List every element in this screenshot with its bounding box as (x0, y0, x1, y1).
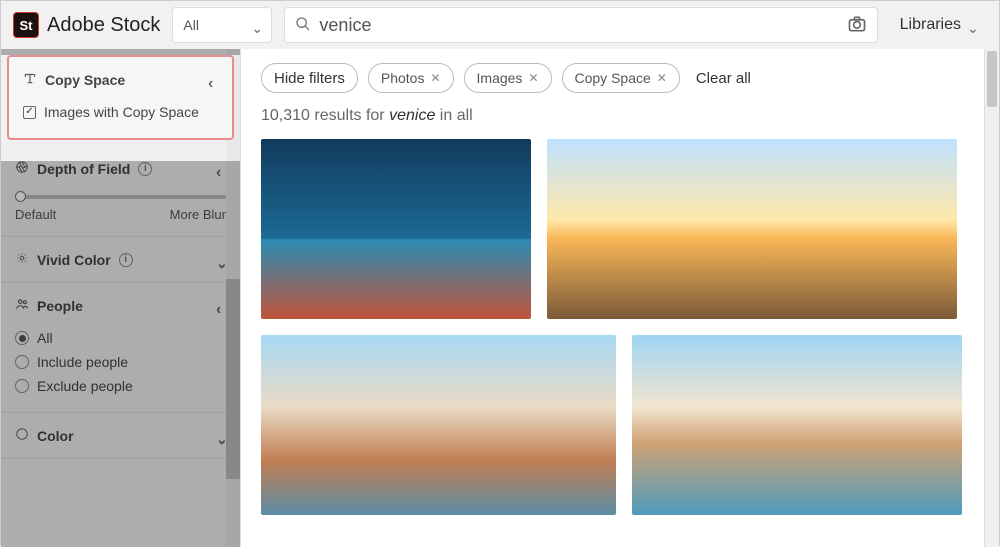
depth-title: Depth of Field (37, 161, 130, 177)
result-thumbnail[interactable] (632, 335, 962, 515)
filter-chip-label: Copy Space (575, 70, 651, 86)
depth-slider[interactable] (15, 195, 226, 199)
category-select-label: All (183, 17, 199, 33)
people-title: People (37, 298, 83, 314)
close-icon[interactable]: ✕ (430, 71, 440, 85)
brand-name: Adobe Stock (47, 14, 160, 37)
checkbox-icon (23, 106, 36, 119)
results-count-number: 10,310 (261, 107, 310, 124)
radio-icon (15, 379, 29, 393)
filter-chip-label: Photos (381, 70, 425, 86)
result-thumbnail[interactable] (261, 139, 531, 319)
filter-chip-images[interactable]: Images ✕ (464, 63, 552, 93)
filter-section-color: Color (1, 413, 240, 459)
brand: St Adobe Stock (13, 12, 160, 38)
chevron-down-icon (967, 20, 977, 30)
people-option-exclude[interactable]: Exclude people (15, 374, 226, 398)
people-option-include[interactable]: Include people (15, 350, 226, 374)
results-count-suffix: in all (440, 107, 473, 124)
filter-section-copy-space: Copy Space Images with Copy Space (7, 55, 234, 140)
results-count: 10,310 results for venice in all (261, 107, 979, 125)
close-icon[interactable]: ✕ (657, 71, 667, 85)
filter-chip-label: Images (477, 70, 523, 86)
category-select[interactable]: All (172, 7, 272, 43)
search-input[interactable] (319, 15, 838, 36)
results-pane: Hide filters Photos ✕ Images ✕ Copy Spac… (241, 49, 999, 547)
filter-section-vivid: Vivid Color i (1, 237, 240, 283)
search-bar[interactable] (284, 7, 877, 43)
hide-filters-label: Hide filters (274, 70, 345, 87)
slider-label-default: Default (15, 207, 56, 222)
people-option-label: Exclude people (37, 378, 133, 394)
radio-icon (15, 355, 29, 369)
vivid-title: Vivid Color (37, 252, 111, 268)
radio-icon (15, 331, 29, 345)
people-option-all[interactable]: All (15, 326, 226, 350)
people-option-label: Include people (37, 354, 128, 370)
libraries-label: Libraries (900, 16, 961, 34)
people-icon (15, 297, 29, 314)
chevron-down-icon[interactable] (216, 431, 226, 441)
results-count-prefix: results for (314, 107, 384, 124)
copy-space-checkbox[interactable]: Images with Copy Space (23, 100, 218, 124)
slider-handle[interactable] (15, 191, 26, 202)
vivid-icon (15, 251, 29, 268)
results-grid (261, 139, 979, 515)
close-icon[interactable]: ✕ (528, 71, 538, 85)
filter-chip-row: Hide filters Photos ✕ Images ✕ Copy Spac… (261, 63, 979, 93)
copy-space-title: Copy Space (45, 72, 125, 88)
chevron-down-icon (251, 20, 261, 30)
results-term: venice (389, 107, 435, 124)
color-icon (15, 427, 29, 444)
window-scrollbar[interactable] (984, 49, 999, 547)
people-option-label: All (37, 330, 53, 346)
result-thumbnail[interactable] (261, 335, 616, 515)
info-icon[interactable]: i (138, 162, 152, 176)
hide-filters-chip[interactable]: Hide filters (261, 63, 358, 93)
aperture-icon (15, 160, 29, 177)
chevron-left-icon[interactable] (216, 301, 226, 311)
main-body: Copy Space Images with Copy Space (1, 49, 999, 547)
filters-sidebar: Copy Space Images with Copy Space (1, 49, 241, 547)
slider-label-more-blur: More Blur (170, 207, 226, 222)
copy-space-checkbox-label: Images with Copy Space (44, 104, 199, 120)
camera-icon[interactable] (847, 14, 867, 37)
filter-section-depth: Depth of Field i Default More Blur (1, 146, 240, 237)
scrollbar-thumb[interactable] (987, 51, 997, 107)
brand-logo: St (13, 12, 39, 38)
filter-chip-photos[interactable]: Photos ✕ (368, 63, 454, 93)
libraries-dropdown[interactable]: Libraries (890, 7, 987, 43)
scrollbar-thumb[interactable] (226, 279, 240, 479)
chevron-left-icon[interactable] (208, 75, 218, 85)
result-thumbnail[interactable] (547, 139, 957, 319)
search-icon (295, 16, 311, 35)
color-title: Color (37, 428, 74, 444)
chevron-left-icon[interactable] (216, 164, 226, 174)
text-icon (23, 71, 37, 88)
filter-section-people: People All Include people Exclude people (1, 283, 240, 413)
clear-all-link[interactable]: Clear all (696, 70, 751, 87)
info-icon[interactable]: i (119, 253, 133, 267)
top-header: St Adobe Stock All Libraries (1, 1, 999, 49)
filter-chip-copy-space[interactable]: Copy Space ✕ (562, 63, 680, 93)
people-options: All Include people Exclude people (15, 326, 226, 398)
chevron-down-icon[interactable] (216, 255, 226, 265)
